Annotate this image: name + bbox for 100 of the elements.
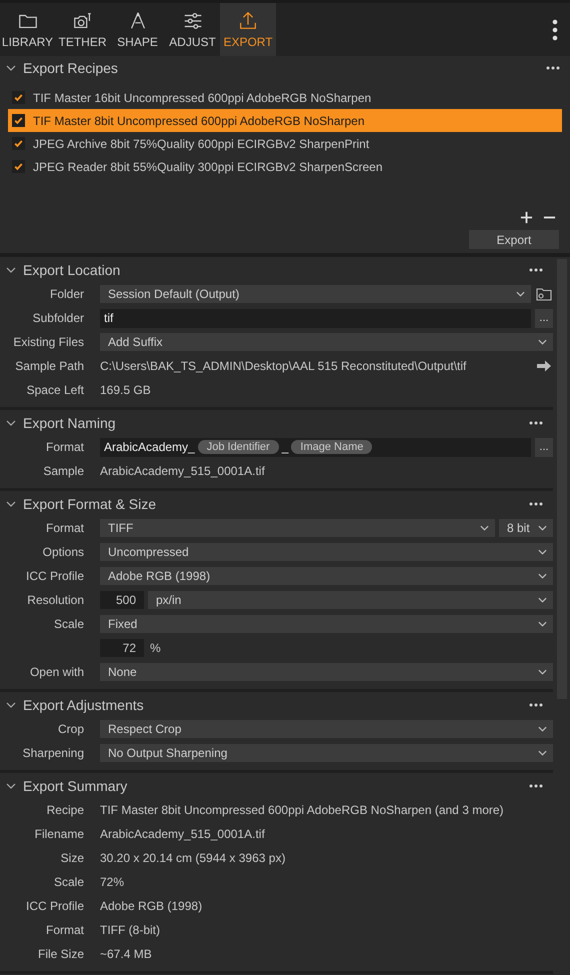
dropdown[interactable]: Uncompressed — [100, 543, 553, 561]
dropdown[interactable]: TIFF — [100, 519, 495, 537]
section-title: Export Naming — [23, 415, 116, 431]
field-value: C:\Users\BAK_TS_ADMIN\Desktop\AAL 515 Reconstituted\Output\tif — [100, 358, 468, 374]
field-label: File Size — [38, 947, 84, 961]
field-label: Subfolder — [32, 311, 84, 325]
more-icon[interactable] — [552, 18, 558, 40]
chevron-icon[interactable] — [6, 702, 16, 708]
caret-icon — [480, 525, 489, 531]
field-label: Resolution — [27, 593, 84, 607]
field-label: Format — [46, 440, 84, 454]
caret-icon — [538, 549, 547, 555]
caret-icon — [538, 750, 547, 756]
caret-icon — [538, 726, 547, 732]
toolbar-tab[interactable]: EXPORT — [220, 3, 276, 56]
chevron-icon[interactable] — [6, 783, 16, 789]
field-label: Crop — [58, 722, 84, 736]
field-label: Format — [46, 923, 84, 937]
checkbox[interactable] — [12, 137, 25, 150]
number-field[interactable]: 500 — [100, 591, 144, 609]
field-label: ICC Profile — [26, 899, 84, 913]
field-label: Space Left — [26, 383, 84, 397]
chevron-icon[interactable] — [6, 267, 16, 273]
caret-icon — [538, 669, 547, 675]
arrow-icon[interactable] — [536, 359, 552, 373]
chevron-icon[interactable] — [6, 65, 16, 71]
field-label: Existing Files — [13, 335, 84, 349]
field-value: TIFF (8-bit) — [100, 922, 161, 938]
caret-icon — [538, 525, 547, 531]
caret-icon — [538, 621, 547, 627]
folder-icon[interactable] — [536, 287, 552, 301]
dropdown[interactable]: Adobe RGB (1998) — [100, 567, 553, 585]
checkbox[interactable] — [12, 114, 25, 127]
recipe-item[interactable]: TIF Master 8bit Uncompressed 600ppi AdobeRGB NoSharpen — [8, 109, 562, 132]
export-button[interactable]: Export — [469, 230, 559, 249]
toolbar-tab[interactable]: SHAPE — [110, 3, 165, 56]
field-label: Scale — [54, 875, 84, 889]
format-text: ArabicAcademy_ — [104, 438, 195, 456]
recipe-item[interactable]: JPEG Archive 8bit 75%Quality 600ppi ECIRGBv2 SharpenPrint — [8, 132, 562, 155]
section-title: Export Format & Size — [23, 496, 156, 512]
field-value: ~67.4 MB — [100, 946, 153, 962]
field-label: Filename — [34, 827, 84, 841]
caret-icon — [538, 597, 547, 603]
checkbox[interactable] — [12, 91, 25, 104]
section-title: Export Recipes — [23, 60, 118, 76]
browse-button[interactable]: ... — [535, 438, 553, 456]
field-label: Scale — [54, 617, 84, 631]
field-label: Sample — [43, 464, 84, 478]
more-icon[interactable] — [529, 502, 543, 506]
input-field[interactable]: ArabicAcademy_ Job Identifier _ Image Name — [100, 438, 531, 456]
browse-button[interactable]: ... — [535, 308, 553, 328]
section-title: Export Location — [23, 262, 120, 278]
dropdown[interactable]: Fixed — [100, 615, 553, 633]
plus-icon[interactable] — [520, 211, 533, 224]
dropdown[interactable]: None — [100, 663, 553, 681]
dropdown[interactable]: Add Suffix — [100, 333, 553, 351]
input-field[interactable]: tif — [100, 308, 531, 328]
more-icon[interactable] — [529, 784, 543, 788]
field-value: Adobe RGB (1998) — [100, 898, 204, 914]
field-label: Size — [60, 851, 84, 865]
field-label: Open with — [30, 665, 84, 679]
field-value: TIF Master 8bit Uncompressed 600ppi AdobeRGB NoSharpen (and 3 more) — [100, 802, 505, 818]
toolbar-tab[interactable]: ADJUST — [165, 3, 220, 56]
chevron-icon[interactable] — [6, 501, 16, 507]
more-icon[interactable] — [529, 421, 543, 425]
checkbox[interactable] — [12, 160, 25, 173]
dropdown[interactable]: Session Default (Output) — [100, 285, 531, 303]
field-value: 169.5 GB — [100, 382, 152, 398]
recipe-item[interactable]: JPEG Reader 8bit 55%Quality 300ppi ECIRGBv2 SharpenScreen — [8, 155, 562, 178]
section-title: Export Adjustments — [23, 697, 144, 713]
toolbar-tab[interactable]: TETHER — [55, 3, 110, 56]
dropdown[interactable]: px/in — [148, 591, 553, 609]
upload-icon — [237, 10, 259, 32]
more-icon[interactable] — [546, 66, 560, 70]
unit-label: % — [149, 641, 161, 655]
field-label: Format — [46, 521, 84, 535]
section-title: Export Summary — [23, 778, 128, 794]
field-value: 30.20 x 20.14 cm (5944 x 3963 px) — [100, 850, 286, 866]
more-icon[interactable] — [529, 268, 543, 272]
caret-icon — [538, 573, 547, 579]
field-label: Options — [42, 545, 84, 559]
chevron-icon[interactable] — [6, 420, 16, 426]
dropdown[interactable]: Respect Crop — [100, 720, 553, 738]
format-text: _ — [282, 438, 288, 456]
token-chip[interactable]: Image Name — [291, 440, 372, 454]
dropdown[interactable]: No Output Sharpening — [100, 744, 553, 762]
more-icon[interactable] — [529, 703, 543, 707]
field-value: ArabicAcademy_515_0001A.tif — [100, 462, 266, 480]
field-label: Sample Path — [15, 359, 84, 373]
field-label: Sharpening — [22, 746, 84, 760]
field-value: ArabicAcademy_515_0001A.tif — [100, 826, 266, 842]
dropdown[interactable]: 8 bit — [499, 519, 553, 537]
caret-icon — [538, 339, 547, 345]
number-field[interactable]: 72 — [100, 639, 144, 657]
toolbar-tab[interactable]: LIBRARY — [0, 3, 55, 56]
field-label: Recipe — [46, 803, 84, 817]
field-label: ICC Profile — [26, 569, 84, 583]
field-value: 72% — [100, 874, 126, 890]
recipe-item[interactable]: TIF Master 16bit Uncompressed 600ppi AdobeRGB NoSharpen — [8, 86, 562, 109]
token-chip[interactable]: Job Identifier — [198, 440, 279, 454]
